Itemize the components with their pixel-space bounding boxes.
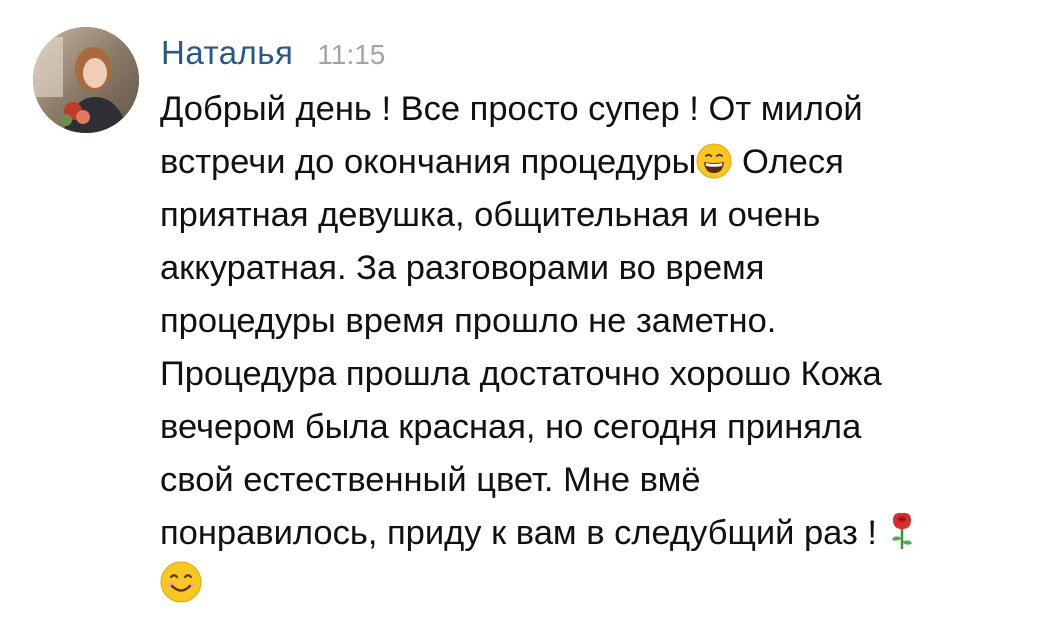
text-segment: встречи до окончания процедуры: [160, 143, 697, 181]
comment-header: Наталья 11:15: [161, 34, 385, 72]
text-line: Добрый день ! Все просто супер ! От мило…: [160, 90, 863, 128]
text-line: процедуры время прошло не заметно.: [160, 302, 777, 340]
comment-item: Наталья 11:15 Добрый день ! Все просто с…: [0, 0, 1053, 632]
text-line: понравилось, приду к вам в следубщий раз…: [160, 507, 1045, 560]
comment-text: Добрый день ! Все просто супер ! От мило…: [160, 83, 1045, 613]
avatar-photo: [33, 27, 139, 133]
author-name[interactable]: Наталья: [161, 34, 293, 72]
text-line: вечером была красная, но сегодня приняла: [160, 408, 862, 446]
text-line: свой естественный цвет. Мне вмё: [160, 461, 701, 499]
text-line: приятная девушка, общительная и очень: [160, 196, 821, 234]
text-line: Процедура прошла достаточно хорошо Кожа: [160, 355, 882, 393]
rose-emoji-icon: [887, 510, 917, 550]
timestamp[interactable]: 11:15: [317, 39, 385, 71]
text-line: встречи до окончания процедуры Олеся: [160, 136, 1045, 189]
text-line: [160, 560, 1045, 613]
text-segment: Олеся: [742, 143, 844, 181]
grinning-face-emoji-icon: [696, 143, 732, 179]
text-line: аккуратная. За разговорами во время: [160, 249, 765, 287]
avatar[interactable]: [33, 27, 139, 133]
text-segment: понравилось, приду к вам в следубщий раз…: [160, 514, 877, 552]
smiling-face-emoji-icon: [160, 561, 202, 603]
